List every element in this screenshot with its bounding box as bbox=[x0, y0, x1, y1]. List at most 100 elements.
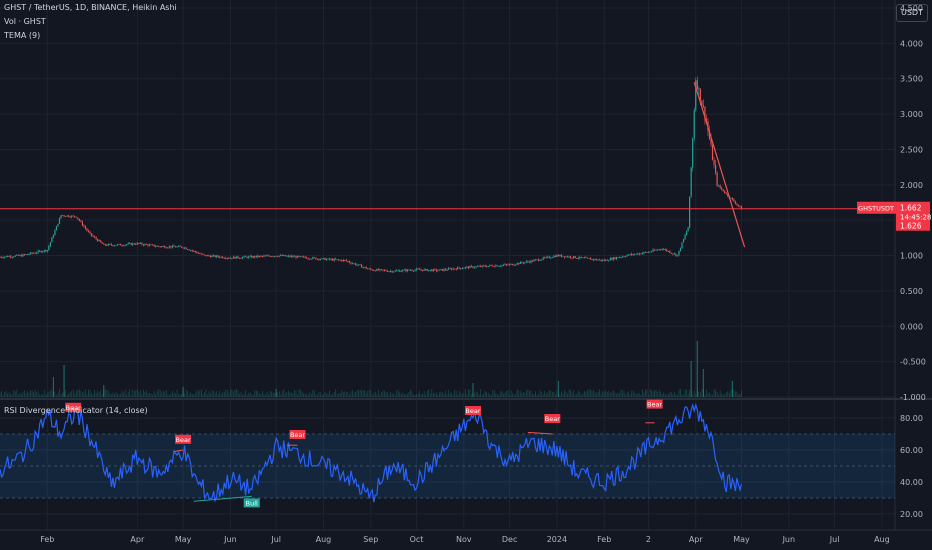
volume-bar bbox=[678, 389, 680, 397]
volume-bar bbox=[156, 391, 158, 397]
candle-body bbox=[734, 201, 737, 204]
volume-bar bbox=[481, 394, 483, 397]
volume-bar bbox=[101, 394, 103, 397]
candle-body bbox=[490, 265, 492, 266]
candle-body bbox=[231, 257, 233, 259]
candle-body bbox=[209, 255, 212, 258]
candle-body bbox=[714, 164, 717, 173]
volume-bar bbox=[278, 390, 280, 397]
volume-bar bbox=[97, 390, 99, 397]
volume-bar bbox=[687, 393, 689, 397]
volume-bar bbox=[95, 392, 97, 397]
volume-bar bbox=[524, 392, 526, 397]
candle-body bbox=[217, 255, 219, 257]
volume-bar bbox=[51, 389, 53, 397]
candle-body bbox=[501, 265, 503, 266]
candle-body bbox=[614, 257, 616, 260]
volume-bar bbox=[207, 394, 208, 397]
candle-body bbox=[303, 256, 305, 258]
candle-body bbox=[498, 266, 500, 267]
volume-bar bbox=[559, 394, 561, 397]
price-tick-label: 0.500 bbox=[900, 287, 923, 296]
chart-canvas[interactable]: BearBearBullBearBearBearBear 4.5004.0003… bbox=[0, 0, 932, 550]
volume-spike bbox=[731, 381, 733, 397]
last-price: 1.662 bbox=[900, 204, 922, 213]
candle-body bbox=[298, 255, 300, 257]
volume-bar bbox=[25, 392, 27, 397]
volume-bar bbox=[16, 389, 18, 397]
volume-bar bbox=[294, 390, 295, 397]
candle-body bbox=[451, 268, 453, 270]
volume-legend[interactable]: Vol · GHST bbox=[4, 17, 46, 26]
candle-body bbox=[449, 268, 451, 270]
volume-bar bbox=[390, 391, 391, 397]
candle-body bbox=[689, 196, 691, 228]
volume-bar bbox=[736, 391, 738, 397]
volume-bar bbox=[692, 394, 694, 397]
candle-body bbox=[394, 270, 396, 272]
volume-spike bbox=[690, 361, 692, 397]
candle-body bbox=[502, 264, 505, 266]
volume-bar bbox=[638, 392, 640, 397]
candle-body bbox=[101, 242, 103, 244]
candle-body bbox=[258, 255, 260, 257]
candle-body bbox=[139, 242, 141, 244]
volume-bar bbox=[518, 390, 520, 397]
candle-body bbox=[93, 236, 96, 238]
volume-bar bbox=[446, 394, 448, 397]
candle-body bbox=[345, 260, 347, 262]
candle-body bbox=[634, 254, 636, 255]
volume-bar bbox=[574, 394, 576, 397]
volume-bar bbox=[216, 390, 218, 397]
tema-legend[interactable]: TEMA (9) bbox=[4, 31, 40, 40]
candle-body bbox=[548, 256, 550, 258]
candle-body bbox=[121, 245, 123, 247]
candle-body bbox=[290, 256, 293, 257]
volume-bar bbox=[188, 394, 190, 397]
candle-body bbox=[19, 255, 21, 256]
candle-body bbox=[568, 256, 570, 258]
volume-spike bbox=[702, 369, 704, 397]
volume-bar bbox=[36, 392, 38, 397]
symbol-legend[interactable]: GHST / TetherUS, 1D, BINANCE, Heikin Ash… bbox=[4, 3, 177, 12]
candle-body bbox=[637, 253, 639, 255]
candle-body bbox=[245, 256, 247, 258]
volume-bar bbox=[497, 394, 498, 397]
volume-bar bbox=[600, 393, 602, 397]
volume-bar bbox=[617, 392, 619, 397]
volume-bar bbox=[376, 394, 378, 397]
volume-bar bbox=[599, 389, 601, 397]
currency-button[interactable]: USDT bbox=[896, 4, 928, 22]
volume-bar bbox=[271, 391, 272, 397]
candle-body bbox=[389, 270, 392, 272]
volume-bar bbox=[728, 392, 730, 397]
volume-bar bbox=[153, 390, 155, 397]
volume-bar bbox=[570, 389, 572, 397]
candle-body bbox=[219, 256, 221, 258]
volume-bar bbox=[333, 391, 335, 397]
volume-bar bbox=[172, 390, 173, 397]
candle-body bbox=[458, 267, 460, 269]
candle-body bbox=[97, 239, 99, 242]
candle-body bbox=[377, 269, 379, 271]
candle-body bbox=[666, 249, 668, 252]
candle-body bbox=[504, 264, 506, 266]
volume-bar bbox=[457, 394, 459, 397]
candle-body bbox=[228, 257, 230, 259]
candle-body bbox=[484, 265, 486, 267]
price-tick-label: -0.500 bbox=[900, 358, 926, 367]
volume-bar bbox=[88, 389, 89, 397]
candle-body bbox=[54, 230, 56, 236]
candle-body bbox=[557, 254, 560, 257]
candle-body bbox=[594, 259, 596, 260]
volume-bar bbox=[455, 390, 457, 397]
rsi-legend[interactable]: RSI Divergence Indicator (14, close) bbox=[4, 406, 148, 415]
candle-body bbox=[206, 255, 209, 257]
candle-body bbox=[43, 250, 45, 252]
volume-bar bbox=[408, 391, 410, 397]
candle-body bbox=[264, 255, 267, 257]
candle-body bbox=[582, 257, 584, 259]
volume-bar bbox=[626, 392, 628, 397]
volume-bar bbox=[683, 394, 684, 397]
candle-body bbox=[472, 266, 474, 268]
